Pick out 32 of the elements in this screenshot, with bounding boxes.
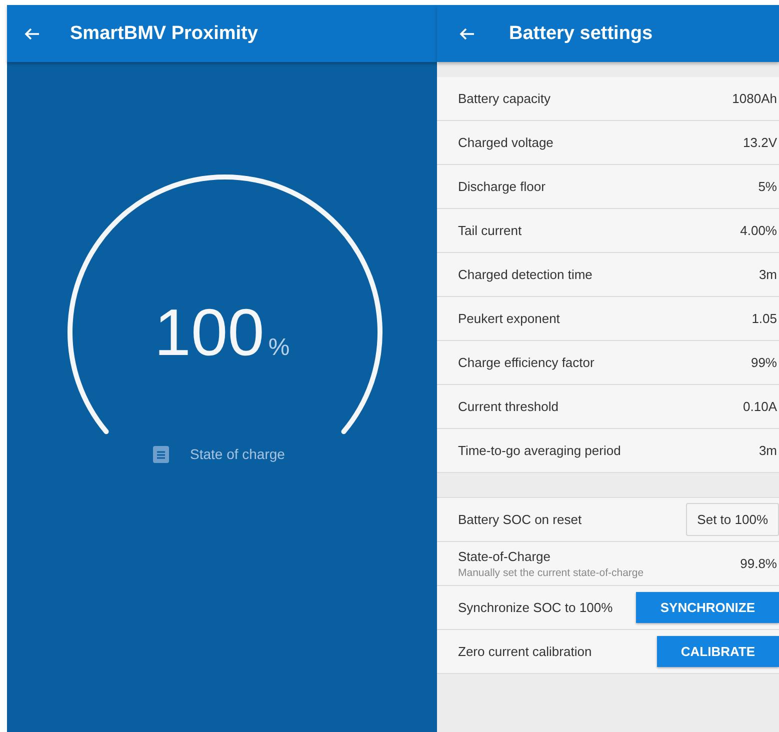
setting-label: State-of-Charge: [458, 548, 552, 564]
setting-value: 3m: [758, 267, 778, 282]
setting-label: Zero current calibration: [458, 644, 592, 659]
percent-unit: %: [268, 334, 290, 362]
setting-label: Peukert exponent: [458, 311, 560, 326]
setting-label: Battery capacity: [458, 91, 550, 106]
setting-value: 5%: [758, 179, 778, 194]
setting-label: Charged voltage: [458, 135, 554, 150]
screen-title: SmartBMV Proximity: [70, 22, 258, 44]
setting-label: Current threshold: [458, 399, 558, 414]
setting-label: Charge efficiency factor: [458, 355, 594, 370]
setting-label: Tail current: [458, 223, 522, 238]
setting-label: Discharge floor: [458, 179, 546, 194]
setting-label: Synchronize SOC to 100%: [458, 600, 613, 615]
action-button[interactable]: CALIBRATE: [656, 636, 779, 667]
setting-value: 1080Ah: [732, 91, 778, 106]
setting-label: Charged detection time: [458, 267, 592, 282]
setting-description: Manually set the current state-of-charge: [458, 566, 644, 578]
setting-value: 1.05: [752, 311, 778, 326]
setting-label: Time-to-go averaging period: [458, 443, 621, 458]
setting-value: 99%: [750, 355, 778, 370]
setting-value: 3m: [758, 443, 778, 458]
charge-value: 100: [154, 294, 264, 370]
setting-label: Battery SOC on reset: [458, 512, 582, 527]
setting-value: 4.00%: [740, 223, 778, 238]
option-button[interactable]: Set to 100%: [686, 503, 779, 536]
setting-value: 99.8%: [740, 556, 778, 571]
action-button[interactable]: SYNCHRONIZE: [636, 592, 779, 623]
gauge-label: State of charge: [190, 446, 285, 462]
setting-value: 0.10A: [743, 399, 778, 414]
setting-value: 13.2V: [743, 135, 778, 150]
screen-title: Battery settings: [509, 22, 653, 44]
